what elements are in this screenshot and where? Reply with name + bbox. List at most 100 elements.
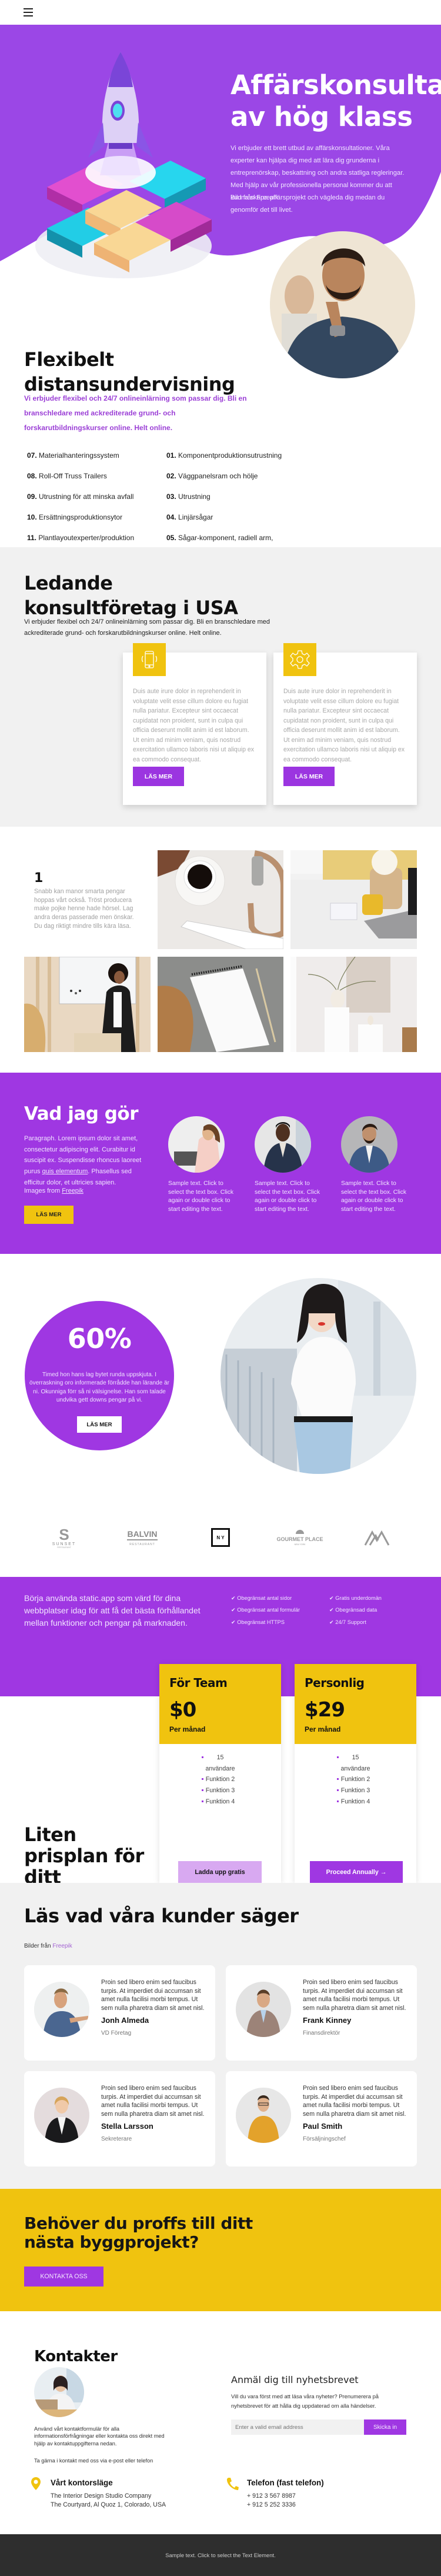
gallery-image-whiteboard [24,957,151,1052]
feature-check: ✔ Gratis underdomän [329,1595,382,1601]
service-item: 08. Roll-Off Truss Trailers [27,472,107,480]
rocket-puzzle-illustration [35,52,212,278]
leading-section-title: Ledande konsultföretag i USA [24,572,238,619]
testimonial-quote: Proin sed libero enim sed faucibus turpi… [101,2085,205,2118]
plan-feature: Funktion 2 [336,1774,373,1785]
feature-card: Duis aute irure dolor in reprehenderit i… [273,643,417,805]
testimonial-card: Proin sed libero enim sed faucibus turpi… [24,1965,215,2061]
logo-sunset: S SUNSET RESTAURANT [52,1525,76,1549]
pricing-intro: Börja använda static.app som värd för di… [24,1593,201,1628]
testimonial-quote: Proin sed libero enim sed faucibus turpi… [101,1979,205,2012]
plan-period: Per månad [169,1725,206,1733]
testimonial-card: Proin sed libero enim sed faucibus turpi… [24,2071,215,2166]
testimonial-card: Proin sed libero enim sed faucibus turpi… [226,1965,417,2061]
newsletter-title: Anmäl dig till nyhetsbrevet [231,2374,359,2385]
flexible-section-title: Flexibelt distansundervisning [24,348,235,395]
hero-title: Affärskonsultationer av hög klass [230,69,441,132]
read-more-button[interactable]: LÄS MER [283,767,335,786]
feature-card-text: Duis aute irure dolor in reprehenderit i… [283,688,405,763]
gallery-image-vase [290,957,417,1052]
logo-mountains [353,1524,400,1551]
pricing-card-header: För Team $0 Per månad [159,1664,281,1744]
gallery-image-coffee [158,850,283,949]
stat-value: 60% [67,1323,132,1354]
what-i-do-paragraph: Paragraph. Lorem ipsum dolor sit amet, c… [24,1135,142,1186]
contact-us-button[interactable]: KONTAKTA OSS [24,2267,103,2287]
plan-period: Per månad [305,1725,341,1733]
testimonial-name: Paul Smith [303,2122,343,2131]
contact-photo [34,2367,84,2417]
read-more-button[interactable]: LÄS MER [133,767,184,786]
plan-feature: 15 användare [336,1752,373,1774]
feature-check: ✔ Obegränsat HTTPS [231,1619,285,1625]
site-header [0,0,441,25]
plan-feature: Funktion 3 [201,1785,238,1796]
testimonial-card: Proin sed libero enim sed faucibus turpi… [226,2071,417,2166]
newsletter-text: Vill du vara först med att läsa våra nyh… [231,2393,379,2409]
testimonial-name: Jonh Almeda [101,2016,149,2025]
what-i-do-credit: Images from Freepik [24,1187,83,1194]
testimonial-role: Finansdirektör [303,2030,340,2036]
leading-section-paragraph: Vi erbjuder flexibel och 24/7 onlineinlä… [24,618,270,637]
testimonial-quote: Proin sed libero enim sed faucibus turpi… [303,2085,406,2118]
upload-free-button[interactable]: Ladda upp gratis [178,1861,262,1883]
freepik-link[interactable]: Freepik [62,1187,83,1194]
team-photo-man-suit [341,1116,397,1173]
feature-check: ✔ 24/7 Support [329,1619,366,1625]
contact-text-secondary: Ta gärna i kontakt med oss via e-post el… [34,2458,153,2464]
what-i-do-title: Vad jag gör [24,1103,139,1124]
plan-feature: Funktion 2 [201,1774,238,1785]
read-more-button[interactable]: LÄS MER [77,1416,122,1433]
newsletter-email-input[interactable] [231,2419,364,2435]
hero-image-credit: Bild från Freepik [230,194,279,201]
avatar [34,1982,89,2037]
plan-feature: 15 användare [201,1752,238,1774]
map-pin-icon [31,2477,41,2490]
gallery-image-desk [290,850,417,949]
team-text: Sample text. Click to select the text bo… [255,1180,320,1213]
feature-check: ✔ Obegränsat antal formulär [231,1607,300,1613]
team-text: Sample text. Click to select the text bo… [341,1180,407,1213]
testimonial-name: Stella Larsson [101,2122,153,2131]
service-item: 11. Plantlayoutexperter/produktion [27,534,135,542]
service-item: 03. Utrustning [166,492,211,501]
avatar [34,2088,89,2143]
service-item: 07. Materialhanteringssystem [27,451,119,460]
hamburger-menu-icon[interactable] [24,8,33,16]
service-item: 02. Väggpanelsram och hölje [166,472,258,480]
service-item: 09. Utrustning för att minska avfall [27,492,134,501]
phone-title: Telefon (fast telefon) [247,2478,324,2487]
read-more-button[interactable]: LÄS MER [24,1206,74,1224]
team-text: Sample text. Click to select the text bo… [168,1180,234,1213]
testimonials-title: Läs vad våra kunder säger [24,1905,299,1927]
contact-text: Använd vårt kontaktformulär för alla inf… [34,2426,165,2447]
hero-paragraph: Vi erbjuder ett brett utbud av affärskon… [230,145,405,214]
team-photo-man-cardigan [255,1116,311,1173]
gear-icon [283,643,316,676]
service-item: 05. Sågar-komponent, radiell arm, [166,534,273,542]
quis-elementum-link[interactable]: quis elementum [42,1168,88,1175]
smartphone-icon [133,643,166,676]
avatar [236,2088,291,2143]
testimonial-role: Försäljningschef [303,2136,346,2142]
pricing-card-team: För Team $0 Per månad 15 användare Funkt… [159,1664,281,1883]
plan-price: $0 [169,1698,196,1722]
freepik-link[interactable]: Freepik [52,1943,72,1949]
proceed-annually-button[interactable]: Proceed Annually → [310,1861,403,1883]
team-photo-woman-laptop [168,1116,225,1173]
testimonials-credit: Bilder från Freepik [24,1943,72,1949]
plan-feature: Funktion 4 [201,1796,238,1808]
phone-number[interactable]: + 912 5 252 3336 [247,2501,400,2510]
gallery-paragraph: Snabb kan manor smarta pengar hoppas vår… [34,888,134,930]
cta-title: Behöver du proffs till ditt nästa byggpr… [24,2214,253,2252]
testimonial-role: VD Företag [101,2030,132,2036]
testimonial-role: Sekreterare [101,2136,132,2142]
plan-feature: Funktion 4 [336,1796,373,1808]
newsletter-submit-button[interactable]: Skicka in [364,2419,406,2435]
phone-number[interactable]: + 912 3 567 8987 [247,2492,400,2501]
plan-name: För Team [169,1676,228,1690]
feature-check: ✔ Obegränsad data [329,1607,377,1613]
office-line: The Interior Design Studio Company [51,2492,152,2500]
logo-ny: N Y [197,1524,244,1551]
plan-feature: Funktion 3 [336,1785,373,1796]
